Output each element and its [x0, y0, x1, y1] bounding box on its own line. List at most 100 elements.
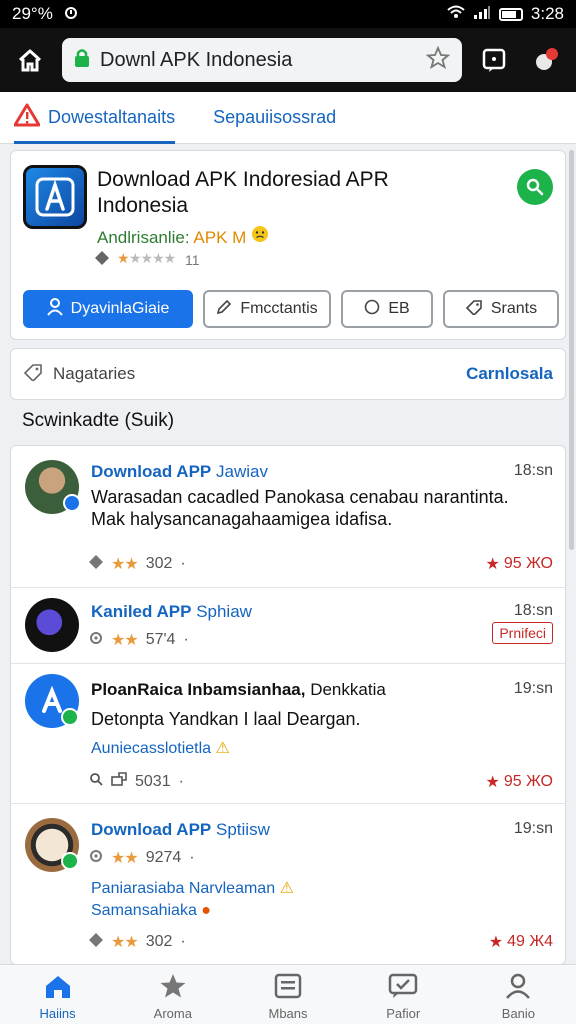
star-icon: ★: [488, 934, 504, 951]
item-title-bold: Download APP: [91, 820, 212, 839]
navigation-link[interactable]: Carnlosala: [466, 364, 553, 384]
tabs-switcher-icon[interactable]: [474, 40, 514, 80]
list-item[interactable]: PloanRaica Inbamsianhaa, Denkkatia 19:sn…: [11, 664, 565, 804]
features-button[interactable]: Fmcctantis: [203, 290, 331, 328]
item-subtitle: Auniecasslotietla ⚠: [91, 738, 230, 758]
rating-stars: ★★: [111, 850, 139, 867]
dot-separator: ·: [178, 772, 184, 790]
search-button[interactable]: [517, 169, 553, 205]
item-title: Kaniled APP Sphiaw: [91, 602, 252, 622]
developer-name: Andlrisanlie:: [97, 228, 190, 247]
address-bar[interactable]: Downl APK Indonesia: [62, 38, 462, 82]
item-subtitle: Paniarasiaba Narvleaman ⚠: [91, 878, 294, 898]
navigation-row[interactable]: Nagataries Carnlosala: [10, 348, 566, 400]
item-stat: ★ 95 ЖО: [486, 554, 553, 574]
item-meta: ★★ 9274 ·: [89, 848, 195, 868]
download-button-label: DyavinlaGiaie: [70, 300, 170, 317]
item-title: PloanRaica Inbamsianhaa, Denkkatia: [91, 680, 386, 700]
battery-icon: [498, 7, 523, 21]
features-button-label: Fmcctantis: [240, 300, 318, 317]
app-action-buttons: DyavinlaGiaie Fmcctantis EB Srants: [23, 290, 559, 330]
star-icon: ★: [485, 774, 500, 791]
notification-icon[interactable]: [526, 40, 566, 80]
nav-profile[interactable]: Banio: [461, 965, 576, 1024]
item-title-sub: Jawiav: [216, 462, 268, 481]
item-body: Warasadan cacadled Panokasa cenabau nara…: [91, 487, 509, 529]
nav-messages[interactable]: Pafior: [346, 965, 461, 1024]
item-title-sub: Sphiaw: [196, 602, 252, 621]
item-stat: ★ 95 ЖО: [486, 772, 553, 792]
warning-icon: [13, 103, 41, 132]
check-badge-icon: [61, 708, 79, 726]
emoji-icon: ●: [201, 902, 211, 919]
item-count: 9274: [145, 849, 182, 866]
item-body: Detonpta Yandkan I laal Deargan.: [91, 709, 361, 729]
share-icon: [111, 772, 127, 791]
item-title: Download APP Sptiisw: [91, 820, 270, 840]
app-title: Download APK Indoresiad APR Indonesia: [97, 168, 389, 217]
diamond-icon: [95, 251, 109, 268]
alarm-icon: [63, 4, 79, 25]
check-badge-icon: [61, 852, 79, 870]
download-button[interactable]: DyavinlaGiaie: [23, 290, 193, 328]
verified-badge-icon: [63, 494, 81, 512]
item-title-bold: PloanRaica Inbamsianhaa,: [91, 680, 306, 699]
item-count: 5031: [135, 772, 171, 790]
tag-icon: [23, 363, 43, 386]
item-stat: ★ 49 Ж4: [489, 932, 553, 952]
item-count-2: 302: [145, 933, 173, 950]
item-tag: Prnifeci: [492, 622, 553, 644]
share-button[interactable]: Srants: [443, 290, 559, 328]
item-title-sub: Denkkatia: [310, 680, 386, 699]
nav-home[interactable]: Haiins: [0, 965, 115, 1024]
svg-text:★★★★: ★★★★: [129, 251, 176, 265]
tab-label: Dowestaltanaits: [48, 107, 176, 127]
item-meta-2: ★★ 302 ·: [89, 932, 186, 952]
chat-check-icon: [388, 973, 418, 1002]
nav-label: Mbans: [268, 1006, 308, 1021]
tab-secondary[interactable]: Sepauiisossrad: [213, 92, 336, 144]
signal-icon: [473, 4, 491, 24]
item-title-sub: Sptiisw: [216, 820, 270, 839]
item-time: 19:sn: [513, 680, 553, 697]
rating-stars: ★★: [111, 934, 139, 951]
app-store-icon: [23, 165, 87, 229]
feed-list: Download APP Jawiav 18:sn Warasadan caca…: [10, 445, 566, 965]
item-subtitle-text: Auniecasslotietla: [91, 740, 212, 757]
scrollbar[interactable]: [569, 150, 574, 550]
user-icon: [505, 973, 531, 1002]
item-stat-value: 95 ЖО: [503, 773, 553, 790]
share-button-label: Srants: [490, 300, 538, 317]
list-item[interactable]: Download APP Jawiav 18:sn Warasadan caca…: [11, 446, 565, 588]
list-item[interactable]: Kaniled APP Sphiaw 18:sn ★★ 57'4 · Prnif…: [11, 588, 565, 664]
lock-icon: [74, 48, 90, 73]
nav-menu[interactable]: Mbans: [230, 965, 345, 1024]
item-title-bold: Kaniled APP: [91, 602, 192, 621]
rating-stars: ★★: [111, 632, 139, 649]
tab-downloads[interactable]: Dowestaltanaits: [13, 92, 176, 144]
gear-icon: [89, 631, 103, 650]
star-icon: ★: [485, 556, 500, 573]
warning-icon: ⚠: [215, 740, 230, 757]
list-item[interactable]: Download APP Sptiisw 19:sn ★★ 9274 · Pan…: [11, 804, 565, 964]
search-icon: [89, 772, 103, 791]
rating-count: 11: [185, 251, 200, 268]
circle-icon: [364, 299, 380, 320]
eb-button[interactable]: EB: [341, 290, 433, 328]
item-stat-value: 49 Ж4: [507, 933, 553, 950]
dot-separator: ·: [180, 933, 186, 950]
wifi-icon: [447, 4, 465, 24]
url-text: Downl APK Indonesia: [100, 48, 293, 71]
item-meta: ★★ 302 ·: [89, 554, 186, 574]
nav-favorites[interactable]: Aroma: [115, 965, 230, 1024]
bookmark-star-icon[interactable]: [425, 45, 451, 75]
home-icon[interactable]: [10, 40, 50, 80]
content-tabs: Dowestaltanaits Sepauiisossrad: [0, 92, 576, 144]
status-time: 3:28: [530, 4, 564, 23]
item-time: 19:sn: [513, 820, 553, 837]
item-title: Download APP Jawiav: [91, 462, 268, 482]
browser-toolbar: Downl APK Indonesia: [0, 28, 576, 92]
nav-label: Aroma: [153, 1006, 192, 1021]
pencil-icon: [216, 299, 232, 320]
warning-icon: ⚠: [279, 880, 294, 897]
